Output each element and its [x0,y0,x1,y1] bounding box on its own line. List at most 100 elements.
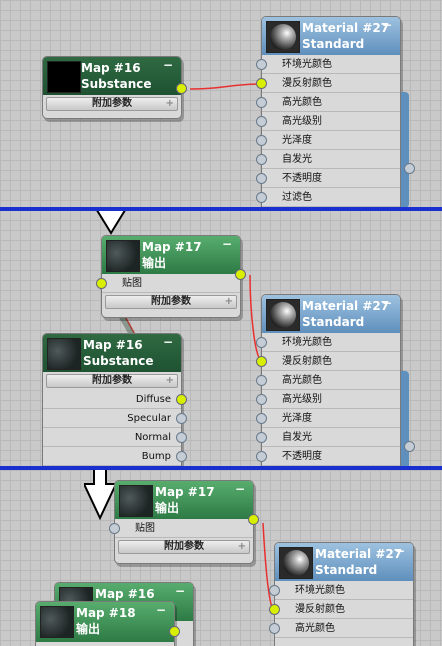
map16-param-rollout[interactable]: 附加参数 + [46,374,178,388]
slot-specular-level[interactable]: 高光级别 [256,112,400,131]
map17-output-socket[interactable] [235,269,246,280]
collapse-icon[interactable]: − [156,602,166,618]
socket[interactable] [256,173,267,184]
socket[interactable] [256,59,267,70]
socket[interactable] [176,432,187,443]
map17-output-socket[interactable] [248,514,259,525]
map17-thumbnail [119,485,153,517]
collapse-icon[interactable]: − [235,481,245,497]
socket[interactable] [176,413,187,424]
slot-specular-color[interactable]: 高光颜色 [256,371,400,390]
mat27-output-socket[interactable] [404,163,415,174]
output-specular[interactable]: Specular [43,409,187,428]
mat27-node[interactable]: Material #27 Standard − 环境光颜色 漫反射颜色 高光颜色… [256,294,401,466]
panel-2: Map #16 Substance − 附加参数 + Diffuse Specul… [0,211,442,466]
socket-linked[interactable] [96,278,107,289]
map16-node[interactable]: Map #16 Substance − 附加参数 + Diffuse Specul… [42,333,187,466]
map18-node[interactable]: Map #18 输出 − [35,601,180,646]
mat27-type: Standard [302,315,365,329]
socket[interactable] [256,154,267,165]
map17-param-rollout[interactable]: 附加参数 + [118,540,250,554]
down-arrow-icon [84,470,118,520]
collapse-icon[interactable]: − [382,295,392,311]
expand-icon[interactable]: + [166,375,174,387]
map17-slot-map[interactable]: 贴图 [109,519,253,538]
slot-opacity[interactable]: 不透明度 [256,447,400,466]
mat27-title: Material #27 [302,299,390,313]
slot-ambient[interactable]: 环境光颜色 [256,333,400,352]
collapse-icon[interactable]: − [395,543,405,559]
socket[interactable] [256,432,267,443]
socket[interactable] [256,413,267,424]
map17-node[interactable]: Map #17 输出 − 贴图 附加参数 + [96,235,246,318]
map17-type: 输出 [142,256,167,270]
mat27-output-socket[interactable] [404,441,415,452]
expand-icon[interactable]: + [238,541,246,553]
slot-ambient[interactable]: 环境光颜色 [256,55,400,74]
mat27-node[interactable]: Material #27 Standard − 环境光颜色 漫反射颜色 高光颜色 [269,542,414,646]
slot-glossiness[interactable]: 光泽度 [256,409,400,428]
mat27-node[interactable]: Material #27 Standard − 环境光颜色 漫反射颜色 高光颜色… [256,16,401,208]
socket[interactable] [269,585,280,596]
slot-opacity[interactable]: 不透明度 [256,169,400,188]
collapse-icon[interactable]: − [163,334,173,350]
slot-specular-level[interactable]: 高光级别 [256,390,400,409]
output-bump[interactable]: Bump [43,447,187,466]
socket[interactable] [176,451,187,462]
map17-header[interactable]: Map #17 输出 − [115,481,253,519]
collapse-icon[interactable]: − [382,17,392,33]
map16-title: Map #16 [95,587,155,601]
output-normal[interactable]: Normal [43,428,187,447]
socket-linked[interactable] [269,604,280,615]
socket[interactable] [256,192,267,203]
map16-type: Substance [81,77,152,91]
socket[interactable] [256,135,267,146]
map16-header[interactable]: Map #16 Substance − [43,57,181,95]
mat27-header[interactable]: Material #27 Standard − [275,543,413,581]
output-diffuse[interactable]: Diffuse [43,390,187,409]
map17-header[interactable]: Map #17 输出 − [102,236,240,274]
panel-1: Map #16 Substance − 附加参数 + Material #27 S… [0,0,442,208]
collapse-icon[interactable]: − [175,583,185,599]
slot-diffuse[interactable]: 漫反射颜色 [269,600,413,619]
map17-slot-map[interactable]: 贴图 [96,274,240,293]
slot-specular-color[interactable]: 高光颜色 [256,93,400,112]
panel-3: Map #17 输出 − 贴图 附加参数 + Material #27 Stand… [0,470,442,646]
map16-node[interactable]: Map #16 Substance − 附加参数 + [42,56,187,119]
slot-diffuse[interactable]: 漫反射颜色 [256,352,400,371]
expand-icon[interactable]: + [166,98,174,110]
socket[interactable] [256,375,267,386]
map16-title: Map #16 [83,338,143,352]
slot-self-illum[interactable]: 自发光 [256,150,400,169]
map16-param-rollout[interactable]: 附加参数 + [46,97,178,111]
mat27-header[interactable]: Material #27 Standard − [262,295,400,333]
slot-glossiness[interactable]: 光泽度 [256,131,400,150]
socket-linked[interactable] [256,356,267,367]
map16-output-socket[interactable] [176,83,187,94]
slot-specular-color[interactable]: 高光颜色 [269,619,413,638]
socket[interactable] [256,97,267,108]
map17-node[interactable]: Map #17 输出 − 贴图 附加参数 + [109,480,259,564]
map16-header[interactable]: Map #16 Substance − [43,334,181,372]
slot-ambient[interactable]: 环境光颜色 [269,581,413,600]
slot-self-illum[interactable]: 自发光 [256,428,400,447]
socket[interactable] [256,116,267,127]
socket[interactable] [256,394,267,405]
map18-output-socket[interactable] [169,626,180,637]
socket-linked[interactable] [256,78,267,89]
map16-type: Substance [83,354,154,368]
wire-map16-diffuse [189,83,261,90]
socket[interactable] [269,623,280,634]
socket[interactable] [256,451,267,462]
expand-icon[interactable]: + [225,296,233,308]
mat27-header[interactable]: Material #27 Standard − [262,17,400,55]
socket-linked[interactable] [176,394,187,405]
collapse-icon[interactable]: − [222,236,232,252]
socket[interactable] [256,337,267,348]
collapse-icon[interactable]: − [163,57,173,73]
slot-filter[interactable]: 过滤色 [256,188,400,207]
slot-diffuse[interactable]: 漫反射颜色 [256,74,400,93]
socket[interactable] [109,523,120,534]
map17-param-rollout[interactable]: 附加参数 + [105,295,237,309]
map18-header[interactable]: Map #18 输出 − [36,602,174,642]
